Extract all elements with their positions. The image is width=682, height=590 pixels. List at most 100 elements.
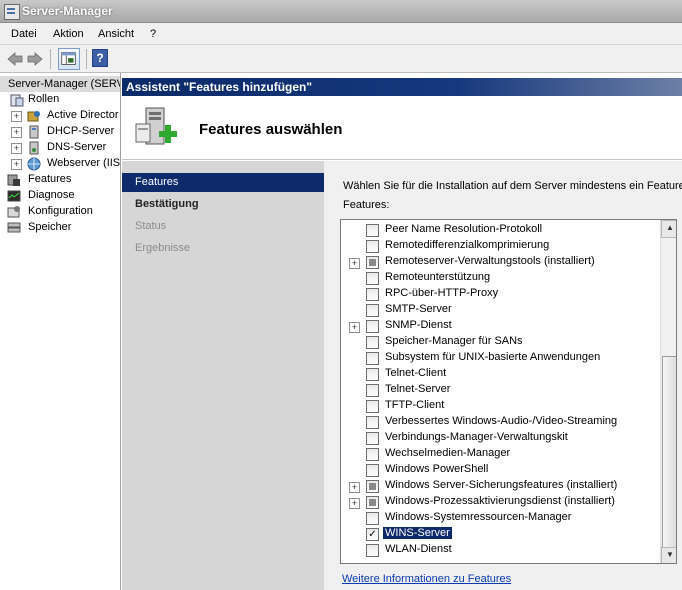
tree-item-webserver[interactable]: + Webserver (IIS [0, 156, 120, 172]
tree-item-dns-server[interactable]: + DNS-Server [0, 140, 120, 156]
wizard-heading: Features auswählen [199, 121, 343, 138]
checkbox[interactable] [366, 464, 379, 477]
help-button[interactable]: ? [92, 49, 108, 67]
checkbox[interactable] [366, 224, 379, 237]
feature-row[interactable]: Wechselmedien-Manager [341, 446, 661, 462]
diagnose-icon [7, 190, 21, 202]
forward-arrow-icon[interactable] [26, 50, 44, 68]
feature-row[interactable]: Telnet-Server [341, 382, 661, 398]
feature-row[interactable]: + SNMP-Dienst [341, 318, 661, 334]
checkbox-checked[interactable]: ✓ [366, 528, 379, 541]
feature-row[interactable]: + Remoteserver-Verwaltungstools (installi… [341, 254, 661, 270]
feature-label: SMTP-Server [385, 303, 452, 315]
expand-icon[interactable]: + [349, 498, 360, 509]
checkbox[interactable] [366, 336, 379, 349]
feature-row[interactable]: Subsystem für UNIX-basierte Anwendungen [341, 350, 661, 366]
feature-label: Telnet-Client [385, 367, 447, 379]
roles-icon [10, 94, 24, 107]
checkbox[interactable] [366, 320, 379, 333]
wizard-steps: Features Bestätigung Status Ergebnisse [122, 161, 324, 590]
active-directory-icon [27, 111, 40, 122]
expand-icon[interactable]: + [349, 482, 360, 493]
features-label: Features: [343, 199, 390, 211]
tree-item-speicher[interactable]: Speicher [0, 220, 120, 236]
feature-row[interactable]: SMTP-Server [341, 302, 661, 318]
tree-item-konfiguration[interactable]: Konfiguration [0, 204, 120, 220]
feature-row[interactable]: Remoteunterstützung [341, 270, 661, 286]
toolbar-separator [50, 49, 51, 69]
tree-item-label: Active Director [47, 109, 119, 121]
tree-item-features[interactable]: Features [0, 172, 120, 188]
checkbox[interactable] [366, 432, 379, 445]
tree-item-label: DHCP-Server [47, 125, 115, 137]
features-scrollbar[interactable]: ▲ ▼ [660, 220, 676, 563]
checkbox[interactable] [366, 384, 379, 397]
feature-row[interactable]: Windows PowerShell [341, 462, 661, 478]
expand-icon[interactable]: + [349, 322, 360, 333]
toolbar-separator [86, 49, 87, 69]
feature-label: Remoteserver-Verwaltungstools (installie… [385, 255, 595, 267]
add-features-icon [135, 107, 177, 145]
feature-row[interactable]: Windows-Systemressourcen-Manager [341, 510, 661, 526]
feature-row[interactable]: ✓ WINS-Server [341, 526, 661, 542]
expand-icon[interactable]: + [11, 127, 22, 138]
feature-row[interactable]: + Windows Server-Sicherungsfeatures (inst… [341, 478, 661, 494]
features-list[interactable]: Peer Name Resolution-Protokoll Remotediff… [340, 219, 677, 564]
scroll-up-icon[interactable]: ▲ [661, 220, 676, 238]
step-bestaetigung[interactable]: Bestätigung [122, 195, 324, 214]
checkbox[interactable] [366, 416, 379, 429]
feature-row[interactable]: Telnet-Client [341, 366, 661, 382]
checkbox[interactable] [366, 544, 379, 557]
menu-ansicht[interactable]: Ansicht [98, 28, 134, 40]
feature-row[interactable]: RPC-über-HTTP-Proxy [341, 286, 661, 302]
configuration-icon [7, 206, 20, 218]
window-title: Server-Manager [22, 4, 113, 18]
scroll-down-icon[interactable]: ▼ [661, 547, 676, 563]
expand-icon[interactable]: + [349, 258, 360, 269]
feature-row[interactable]: Speicher-Manager für SANs [341, 334, 661, 350]
step-features[interactable]: Features [122, 173, 324, 192]
tree-item-diagnose[interactable]: Diagnose [0, 188, 120, 204]
more-info-link[interactable]: Weitere Informationen zu Features [342, 573, 511, 585]
checkbox[interactable] [366, 400, 379, 413]
feature-label: WLAN-Dienst [385, 543, 452, 555]
feature-row[interactable]: + Windows-Prozessaktivierungsdienst (inst… [341, 494, 661, 510]
checkbox[interactable] [366, 272, 379, 285]
show-hide-console-tree-button[interactable] [58, 48, 80, 70]
checkbox[interactable] [366, 368, 379, 381]
step-label: Features [135, 176, 179, 188]
expand-icon[interactable]: + [11, 159, 22, 170]
checkbox[interactable] [366, 352, 379, 365]
scrollbar-thumb[interactable] [662, 356, 676, 548]
tree-item-active-directory[interactable]: + Active Director [0, 108, 120, 124]
checkbox[interactable] [366, 448, 379, 461]
checkbox[interactable] [366, 512, 379, 525]
menu-aktion[interactable]: Aktion [53, 28, 84, 40]
feature-label: Remoteunterstützung [385, 271, 491, 283]
checkbox[interactable] [366, 288, 379, 301]
checkbox-partial[interactable] [366, 496, 379, 509]
menu-datei[interactable]: Datei [11, 28, 37, 40]
feature-row[interactable]: TFTP-Client [341, 398, 661, 414]
feature-row[interactable]: Peer Name Resolution-Protokoll [341, 222, 661, 238]
step-status: Status [122, 217, 324, 236]
feature-row[interactable]: Remotedifferenzialkomprimierung [341, 238, 661, 254]
feature-label: Windows Server-Sicherungsfeatures (insta… [385, 479, 618, 491]
back-arrow-icon[interactable] [6, 50, 24, 68]
checkbox[interactable] [366, 304, 379, 317]
menu-bar: Datei Aktion Ansicht ? [0, 23, 682, 45]
feature-row[interactable]: WLAN-Dienst [341, 542, 661, 558]
checkbox[interactable] [366, 240, 379, 253]
feature-row[interactable]: Verbessertes Windows-Audio-/Video-Stream… [341, 414, 661, 430]
menu-help[interactable]: ? [150, 28, 156, 40]
checkbox-partial[interactable] [366, 480, 379, 493]
expand-icon[interactable]: + [11, 111, 22, 122]
webserver-icon [27, 157, 41, 171]
console-tree-icon [61, 52, 76, 65]
expand-icon[interactable]: + [11, 143, 22, 154]
tree-root-label: Server-Manager (SERV [8, 78, 121, 90]
tree-item-dhcp-server[interactable]: + DHCP-Server [0, 124, 120, 140]
tree-item-rollen[interactable]: Rollen [0, 92, 120, 108]
checkbox-partial[interactable] [366, 256, 379, 269]
feature-row[interactable]: Verbindungs-Manager-Verwaltungskit [341, 430, 661, 446]
